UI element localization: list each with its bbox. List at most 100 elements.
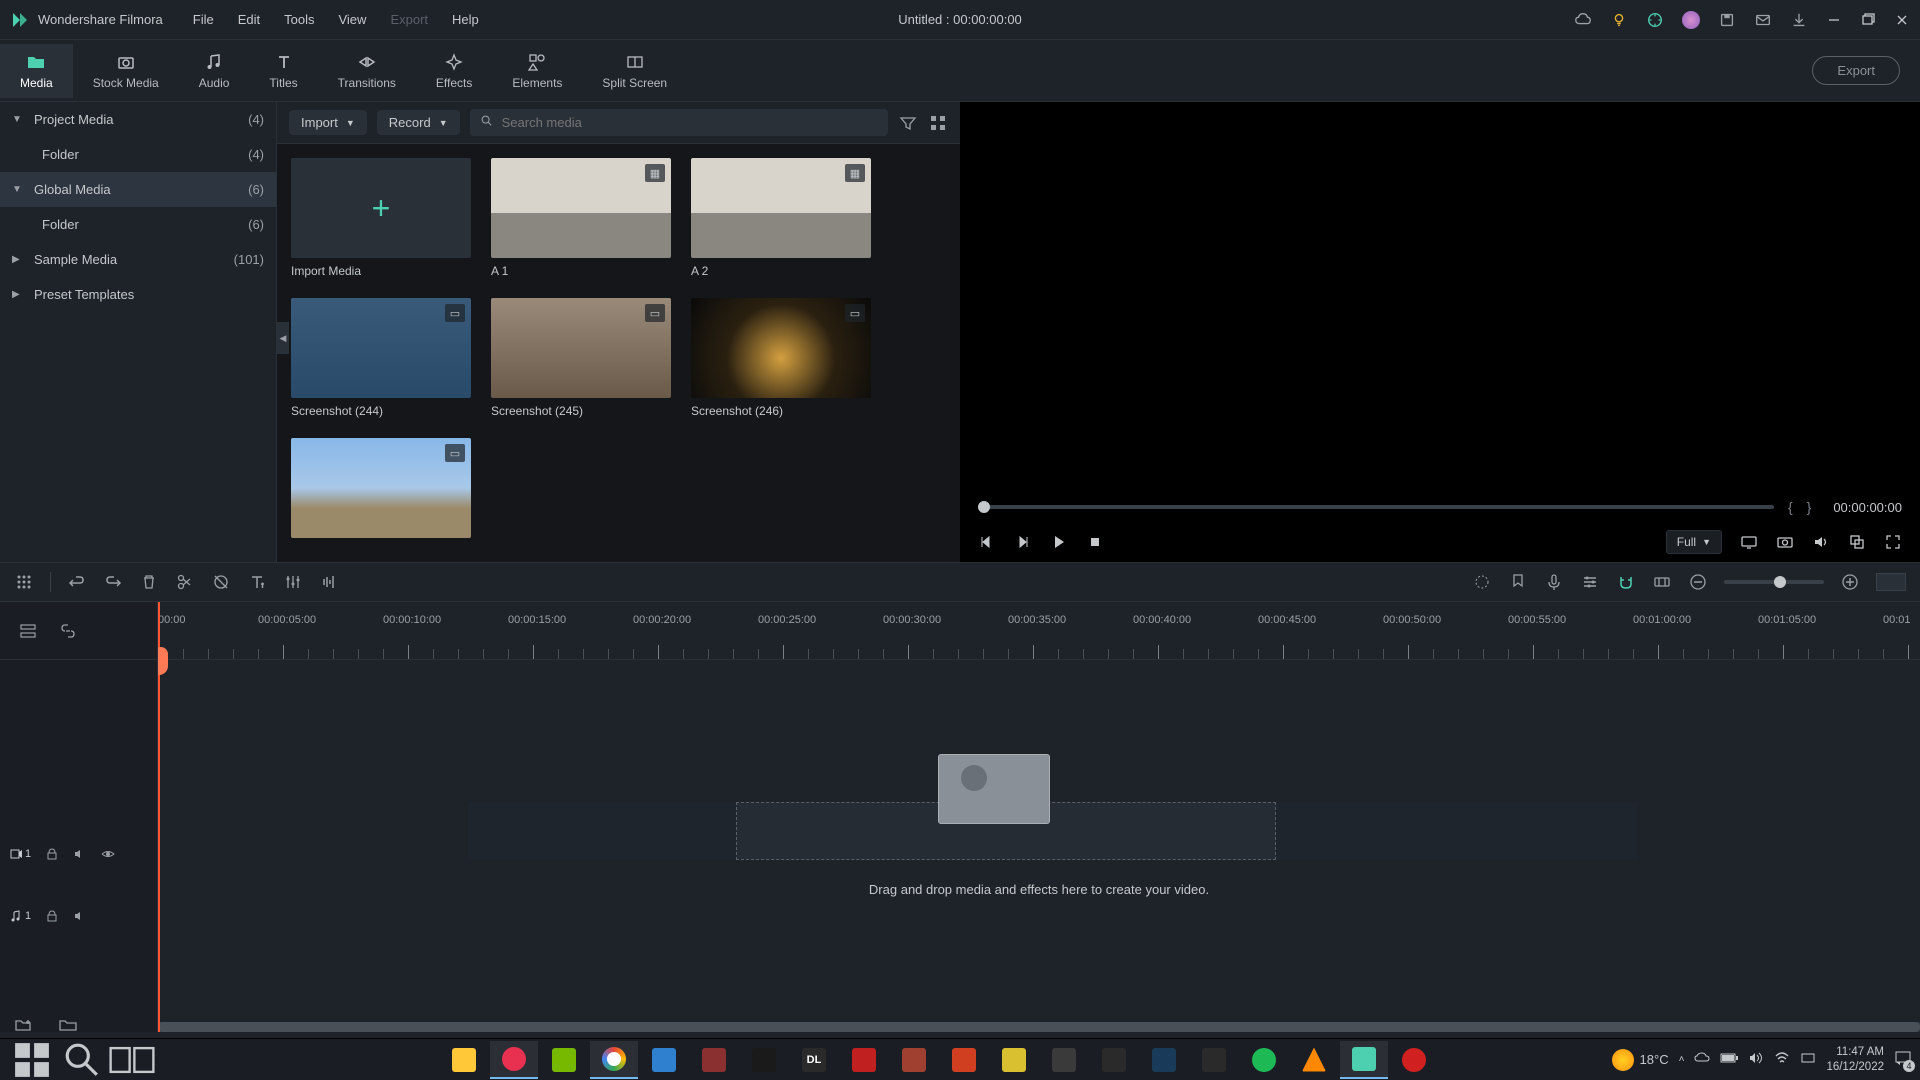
tab-effects[interactable]: Effects xyxy=(416,44,492,98)
search-button[interactable] xyxy=(58,1041,106,1079)
mark-out-icon[interactable]: } xyxy=(1807,499,1812,515)
redo-button[interactable] xyxy=(103,572,123,592)
media-item[interactable]: ▭ Screenshot (246) xyxy=(691,298,871,418)
media-item[interactable]: ▭ Screenshot (245) xyxy=(491,298,671,418)
minimize-button[interactable] xyxy=(1826,12,1842,28)
media-item[interactable]: ▭ xyxy=(291,438,471,538)
tree-folder[interactable]: Folder (4) xyxy=(0,137,276,172)
stop-button[interactable] xyxy=(1086,533,1104,551)
menu-file[interactable]: File xyxy=(193,12,214,27)
new-folder-icon[interactable] xyxy=(14,1015,34,1035)
cloud-icon[interactable] xyxy=(1574,11,1592,29)
magnetic-icon[interactable] xyxy=(1616,572,1636,592)
menu-help[interactable]: Help xyxy=(452,12,479,27)
split-button[interactable] xyxy=(175,572,195,592)
fullscreen-icon[interactable] xyxy=(1884,533,1902,551)
tray-battery-icon[interactable] xyxy=(1720,1052,1738,1067)
export-button[interactable]: Export xyxy=(1812,56,1900,85)
tab-audio[interactable]: Audio xyxy=(179,44,250,98)
taskbar-clock[interactable]: 11:47 AM 16/12/2022 xyxy=(1826,1045,1884,1075)
zoom-out-button[interactable] xyxy=(1688,572,1708,592)
panel-collapse-handle[interactable]: ◀ xyxy=(277,322,289,354)
mute-icon[interactable] xyxy=(73,847,87,861)
crop-button[interactable] xyxy=(211,572,231,592)
download-icon[interactable] xyxy=(1790,11,1808,29)
link-toggle-icon[interactable] xyxy=(58,621,78,641)
tray-chevron-icon[interactable]: ˄ xyxy=(1679,1054,1685,1065)
lock-icon[interactable] xyxy=(45,847,59,861)
avatar-icon[interactable] xyxy=(1682,11,1700,29)
tree-global-media[interactable]: ▼ Global Media (6) xyxy=(0,172,276,207)
scrub-handle[interactable] xyxy=(978,501,990,513)
tray-volume-icon[interactable] xyxy=(1748,1050,1764,1069)
media-item[interactable]: ▦ A 1 xyxy=(491,158,671,278)
taskbar-app[interactable] xyxy=(1140,1041,1188,1079)
taskbar-app[interactable] xyxy=(990,1041,1038,1079)
taskbar-app[interactable] xyxy=(540,1041,588,1079)
start-button[interactable] xyxy=(8,1041,56,1079)
video-track-header[interactable]: 1 xyxy=(0,818,157,890)
tray-lang-icon[interactable] xyxy=(1800,1050,1816,1069)
menu-view[interactable]: View xyxy=(338,12,366,27)
mark-in-icon[interactable]: { xyxy=(1788,499,1793,515)
detach-icon[interactable] xyxy=(1848,533,1866,551)
filter-icon[interactable] xyxy=(898,113,918,133)
undo-button[interactable] xyxy=(67,572,87,592)
maximize-button[interactable] xyxy=(1860,12,1876,28)
search-box[interactable] xyxy=(470,109,888,136)
media-item[interactable]: ▦ A 2 xyxy=(691,158,871,278)
play-button[interactable] xyxy=(1050,533,1068,551)
zoom-in-button[interactable] xyxy=(1840,572,1860,592)
taskbar-app[interactable] xyxy=(1290,1041,1338,1079)
audio-mixer-button[interactable] xyxy=(319,572,339,592)
mixer-icon[interactable] xyxy=(1580,572,1600,592)
taskbar-app[interactable]: DL xyxy=(790,1041,838,1079)
playhead-handle[interactable] xyxy=(158,647,168,675)
folder-icon[interactable] xyxy=(58,1015,78,1035)
scrollbar-thumb[interactable] xyxy=(158,1022,1920,1032)
link-icon[interactable] xyxy=(1652,572,1672,592)
zoom-slider[interactable] xyxy=(1724,580,1824,584)
menu-tools[interactable]: Tools xyxy=(284,12,314,27)
zoom-handle[interactable] xyxy=(1774,576,1786,588)
tab-split-screen[interactable]: Split Screen xyxy=(582,44,687,98)
display-icon[interactable] xyxy=(1740,533,1758,551)
marker-icon[interactable] xyxy=(1508,572,1528,592)
task-view-button[interactable] xyxy=(108,1041,156,1079)
taskbar-app[interactable] xyxy=(1090,1041,1138,1079)
preview-video[interactable] xyxy=(960,102,1920,492)
close-button[interactable] xyxy=(1894,12,1910,28)
taskbar-app[interactable] xyxy=(490,1041,538,1079)
taskbar-app[interactable] xyxy=(590,1041,638,1079)
tab-transitions[interactable]: Transitions xyxy=(318,44,416,98)
mail-icon[interactable] xyxy=(1754,11,1772,29)
search-input[interactable] xyxy=(502,115,878,130)
taskbar-app[interactable] xyxy=(440,1041,488,1079)
weather-widget[interactable]: 18°C xyxy=(1612,1049,1669,1071)
taskbar-app[interactable] xyxy=(690,1041,738,1079)
tree-preset-templates[interactable]: ▶ Preset Templates xyxy=(0,277,276,312)
lightbulb-icon[interactable] xyxy=(1610,11,1628,29)
taskbar-app[interactable] xyxy=(1190,1041,1238,1079)
taskbar-app[interactable] xyxy=(840,1041,888,1079)
render-icon[interactable] xyxy=(1472,572,1492,592)
import-media-tile[interactable]: + Import Media xyxy=(291,158,471,278)
quality-select[interactable]: Full ▼ xyxy=(1666,530,1722,554)
tab-titles[interactable]: Titles xyxy=(249,44,317,98)
lock-icon[interactable] xyxy=(45,909,59,923)
media-item[interactable]: ▭ Screenshot (244) xyxy=(291,298,471,418)
taskbar-app[interactable] xyxy=(640,1041,688,1079)
timeline-ruler[interactable]: 00:00 00:00:05:00 00:00:10:00 00:00:15:0… xyxy=(158,602,1920,660)
audio-track-header[interactable]: 1 xyxy=(0,890,157,942)
taskbar-app[interactable] xyxy=(1390,1041,1438,1079)
menu-edit[interactable]: Edit xyxy=(238,12,260,27)
notifications-button[interactable]: 4 xyxy=(1894,1049,1912,1070)
taskbar-app[interactable] xyxy=(1240,1041,1288,1079)
mute-icon[interactable] xyxy=(73,909,87,923)
zoom-fit-button[interactable] xyxy=(1876,573,1906,591)
tray-cloud-icon[interactable] xyxy=(1694,1050,1710,1069)
tree-project-media[interactable]: ▼ Project Media (4) xyxy=(0,102,276,137)
support-icon[interactable] xyxy=(1646,11,1664,29)
save-icon[interactable] xyxy=(1718,11,1736,29)
apps-icon[interactable] xyxy=(14,572,34,592)
